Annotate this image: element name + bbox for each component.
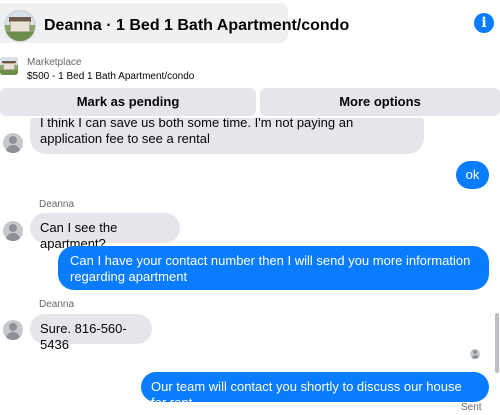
sender-name: Deanna xyxy=(39,299,75,310)
listing-image xyxy=(0,57,18,75)
message-status: Sent xyxy=(461,402,482,413)
listing-thumbnail xyxy=(4,10,36,42)
listing-source-label: Marketplace xyxy=(27,57,82,68)
message-bubble-outgoing: Our team will contact you shortly to dis… xyxy=(141,372,489,410)
conversation-header: Deanna · 1 Bed 1 Bath Apartment/condo i xyxy=(0,0,500,48)
message-text: Can I have your contact number then I wi… xyxy=(70,253,471,284)
listing-price: $500 - 1 Bed 1 Bath Apartment/condo xyxy=(27,71,195,82)
message-bubble-incoming: I think I can save us both some time. I'… xyxy=(30,118,424,154)
message-thread[interactable]: I think I can save us both some time. I'… xyxy=(0,118,500,415)
more-options-button[interactable]: More options xyxy=(260,88,500,116)
read-receipt-avatar xyxy=(470,349,480,359)
message-bubble-incoming: Can I see the apartment? xyxy=(30,213,180,251)
sender-avatar xyxy=(3,320,23,340)
message-text: ok xyxy=(465,167,480,182)
conversation-title: Deanna · 1 Bed 1 Bath Apartment/condo xyxy=(44,17,350,34)
message-bubble-incoming: Sure. 816-560-5436 xyxy=(30,314,152,352)
message-text: Our team will contact you shortly to dis… xyxy=(151,379,462,410)
header-chip[interactable]: Deanna · 1 Bed 1 Bath Apartment/condo xyxy=(0,3,349,43)
sender-avatar xyxy=(3,133,23,153)
info-icon[interactable]: i xyxy=(474,13,494,33)
mark-as-pending-button[interactable]: Mark as pending xyxy=(0,88,256,116)
sender-name: Deanna xyxy=(39,199,75,210)
message-bubble-outgoing: ok xyxy=(456,161,489,189)
sender-avatar xyxy=(3,221,23,241)
message-text: Sure. 816-560-5436 xyxy=(40,321,127,352)
message-text: I think I can save us both some time. I'… xyxy=(40,118,354,146)
message-bubble-outgoing: Can I have your contact number then I wi… xyxy=(58,246,489,290)
thread-scrollbar[interactable] xyxy=(495,313,499,373)
